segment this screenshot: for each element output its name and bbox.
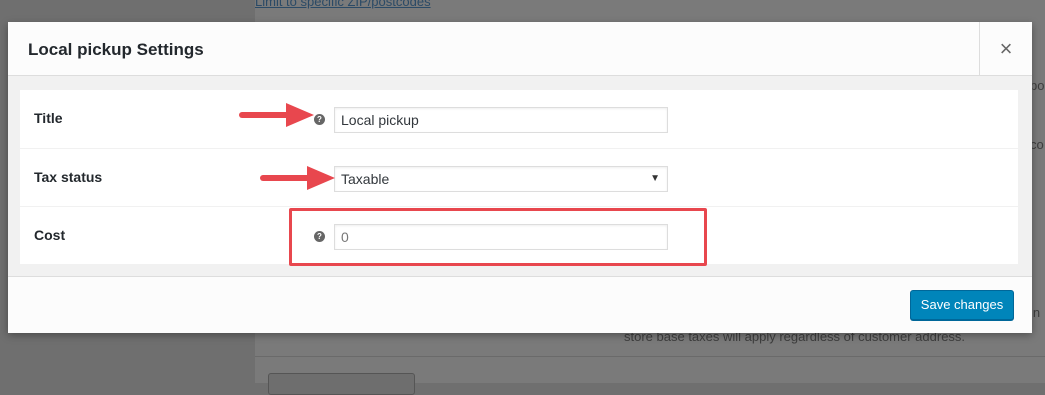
zip-postcodes-link: Limit to specific ZIP/postcodes [255, 0, 431, 9]
local-pickup-settings-modal: Local pickup Settings × Title ? Local pi… [8, 22, 1032, 333]
annotation-highlight-box [289, 208, 707, 266]
close-icon: × [999, 35, 1013, 61]
title-row: Title ? Local pickup [20, 90, 1018, 148]
tax-status-value: Taxable [341, 171, 390, 187]
modal-title: Local pickup Settings [28, 40, 204, 59]
annotation-arrow [260, 166, 335, 190]
title-input[interactable]: Local pickup [334, 107, 668, 133]
annotation-arrow [239, 103, 314, 127]
cost-label: Cost [34, 227, 66, 243]
background-text-fragment: co [1030, 137, 1044, 152]
dropdown-arrow-icon: ▼ [650, 173, 660, 184]
tax-status-select[interactable]: Taxable ▼ [334, 166, 668, 192]
title-label: Title [34, 110, 63, 126]
tax-status-row: Tax status Taxable ▼ [20, 148, 1018, 207]
background-text-fragment: po [1030, 78, 1045, 93]
modal-footer: Save changes [8, 276, 1032, 333]
tax-status-label: Tax status [34, 169, 103, 185]
modal-header: Local pickup Settings × [8, 22, 1032, 76]
background-button [268, 373, 415, 395]
close-button[interactable]: × [979, 22, 1032, 75]
background-divider [255, 356, 1045, 357]
save-changes-button[interactable]: Save changes [910, 290, 1014, 320]
